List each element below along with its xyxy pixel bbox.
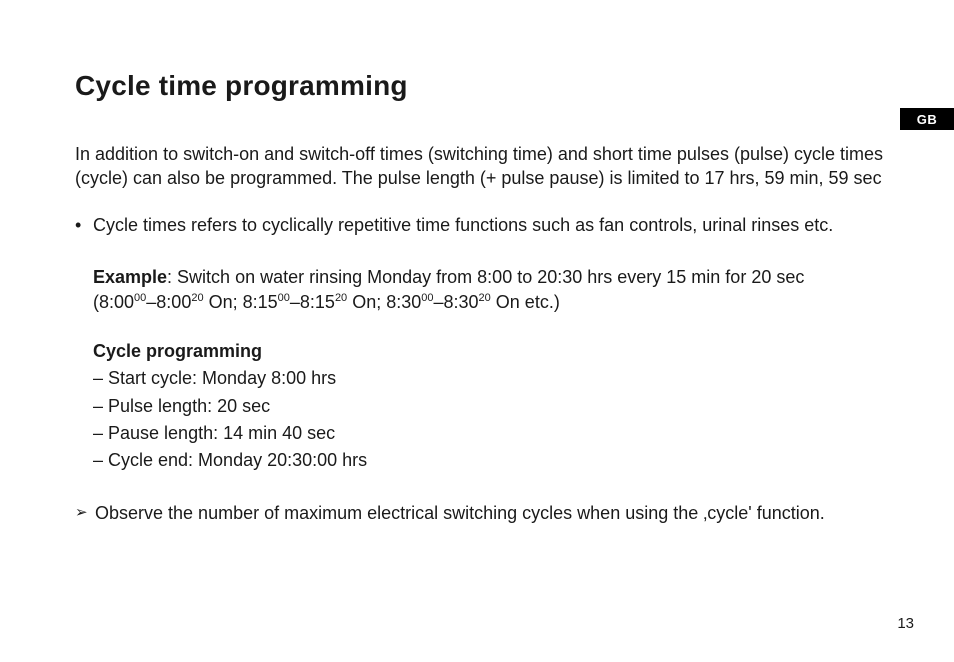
document-page: Cycle time programming GB In addition to… [0,0,954,662]
language-tab-gb: GB [900,108,954,130]
bullet-dot-icon: • [75,213,93,237]
seq-b2s: 20 [335,292,347,304]
seq-b1s: 00 [278,292,290,304]
example-label: Example [93,267,167,287]
note-text: Observe the number of maximum electrical… [95,501,825,525]
cycle-programming-list: – Start cycle: Monday 8:00 hrs – Pulse l… [93,366,884,473]
list-item: – Start cycle: Monday 8:00 hrs [93,366,884,391]
seq-a1s: 00 [134,292,146,304]
seq-b3: On; 8:30 [347,292,421,312]
intro-paragraph: In addition to switch-on and switch-off … [75,142,884,191]
page-title: Cycle time programming [75,70,884,102]
seq-c2s: 20 [479,292,491,304]
list-item: – Pulse length: 20 sec [93,394,884,419]
seq-c2: –8:30 [434,292,479,312]
seq-c1s: 00 [421,292,433,304]
seq-b2: –8:15 [290,292,335,312]
note-row: ➢ Observe the number of maximum electric… [75,501,884,525]
seq-a1: (8:00 [93,292,134,312]
cycle-programming-heading: Cycle programming [93,339,884,364]
seq-c3: On etc.) [491,292,560,312]
example-paragraph: Example: Switch on water rinsing Monday … [93,265,884,315]
list-item: – Cycle end: Monday 20:30:00 hrs [93,448,884,473]
bullet-item: • Cycle times refers to cyclically repet… [75,213,884,237]
list-item: – Pause length: 14 min 40 sec [93,421,884,446]
seq-a3: On; 8:15 [204,292,278,312]
page-number: 13 [897,615,914,632]
seq-a2s: 20 [191,292,203,304]
bullet-text: Cycle times refers to cyclically repetit… [93,213,833,237]
example-block: Example: Switch on water rinsing Monday … [93,265,884,473]
seq-a2: –8:00 [146,292,191,312]
example-text: : Switch on water rinsing Monday from 8:… [167,267,804,287]
triangle-bullet-icon: ➢ [75,501,95,525]
